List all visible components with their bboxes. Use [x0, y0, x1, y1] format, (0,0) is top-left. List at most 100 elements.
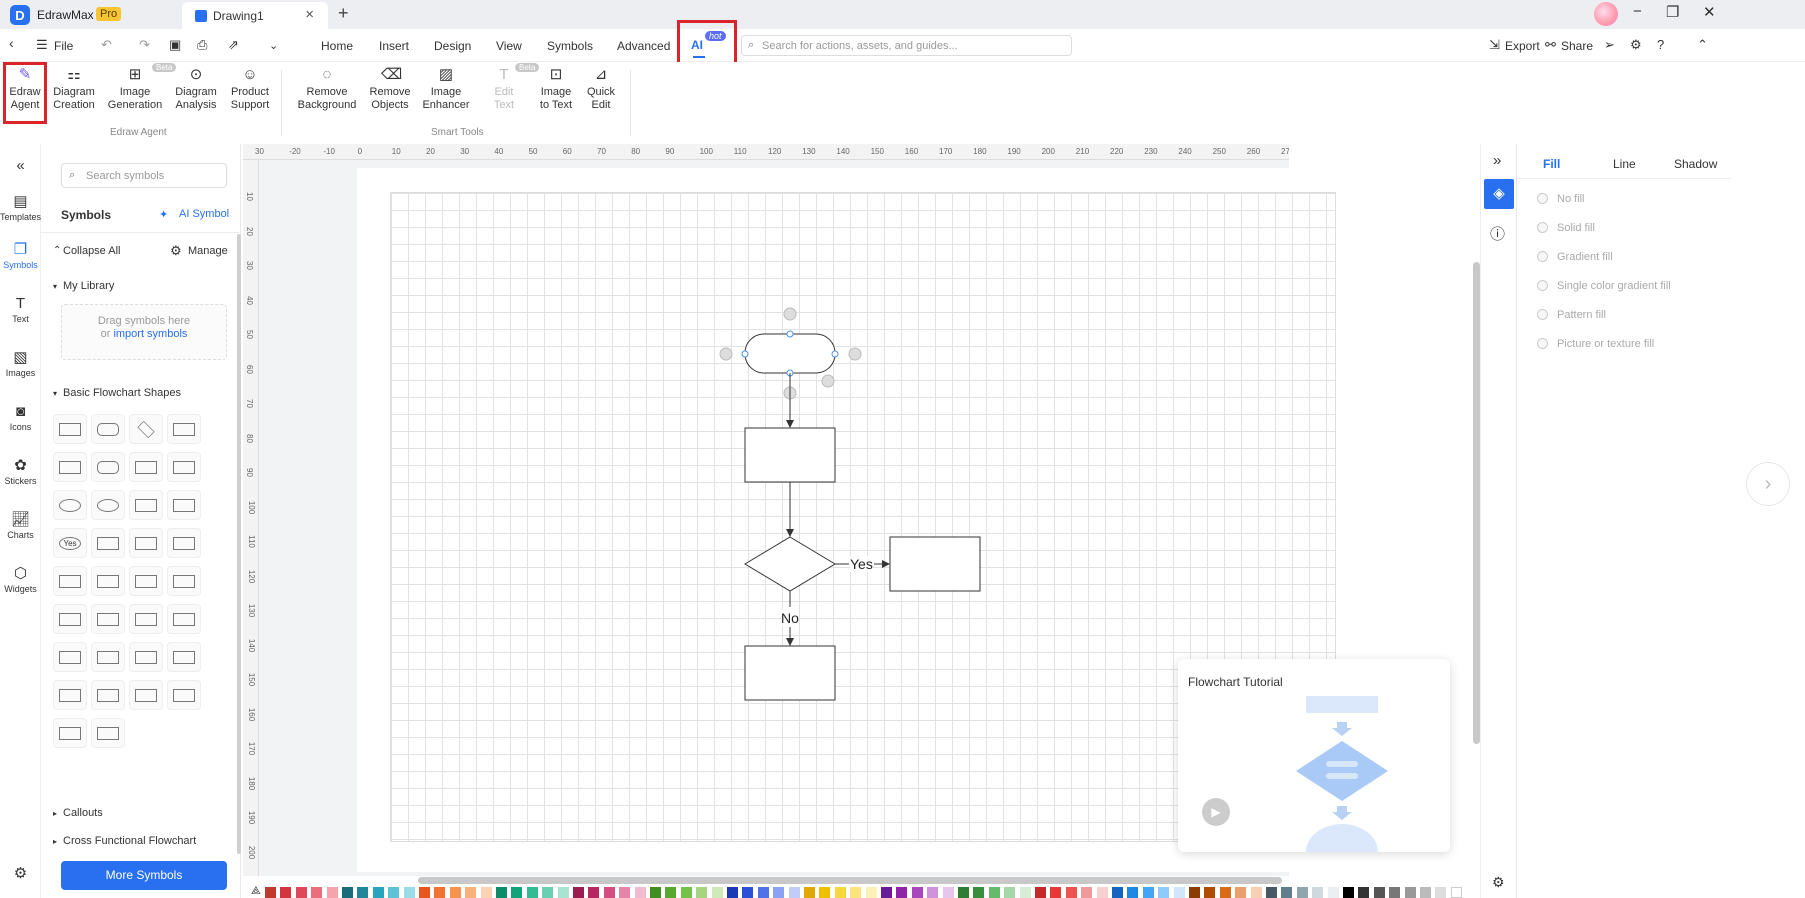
color-swatch[interactable] — [1358, 887, 1370, 898]
color-swatch[interactable] — [1065, 887, 1077, 898]
color-swatch[interactable] — [696, 887, 708, 898]
color-swatch[interactable] — [788, 887, 800, 898]
color-swatch[interactable] — [1204, 887, 1216, 898]
color-swatch[interactable] — [1127, 887, 1139, 898]
color-swatch[interactable] — [449, 887, 461, 898]
color-swatch[interactable] — [1373, 887, 1385, 898]
color-swatch[interactable] — [1327, 887, 1339, 898]
color-swatch[interactable] — [1189, 887, 1200, 898]
color-swatch[interactable] — [1081, 887, 1093, 898]
next-arrow-icon[interactable]: › — [1746, 462, 1790, 506]
color-swatch[interactable] — [1281, 887, 1293, 898]
color-swatch[interactable] — [911, 887, 923, 898]
color-swatch[interactable] — [1235, 887, 1247, 898]
yes-label[interactable]: Yes — [850, 556, 873, 572]
color-swatch[interactable] — [1389, 887, 1401, 898]
play-video-icon[interactable]: ▶ — [1202, 798, 1230, 826]
color-swatch[interactable] — [742, 887, 754, 898]
color-swatch[interactable] — [403, 887, 415, 898]
tab-line[interactable]: Line — [1613, 157, 1636, 171]
radio-icon — [1537, 280, 1548, 291]
color-swatch[interactable] — [573, 887, 584, 898]
color-swatch[interactable] — [311, 887, 323, 898]
color-swatch[interactable] — [619, 887, 631, 898]
color-swatch[interactable] — [372, 887, 384, 898]
color-swatch[interactable] — [896, 887, 908, 898]
option-picture-fill[interactable]: Picture or texture fill — [1537, 338, 1654, 350]
color-swatch[interactable] — [634, 887, 646, 898]
tutorial-card[interactable]: Flowchart Tutorial ▶ — [1178, 659, 1450, 852]
color-swatch[interactable] — [1004, 887, 1016, 898]
color-swatch[interactable] — [388, 887, 400, 898]
color-swatch[interactable] — [942, 887, 954, 898]
color-swatch[interactable] — [357, 887, 369, 898]
color-swatch[interactable] — [295, 887, 307, 898]
color-swatch[interactable] — [1035, 887, 1046, 898]
color-swatch[interactable] — [1096, 887, 1108, 898]
color-swatch[interactable] — [804, 887, 815, 898]
option-solid-fill[interactable]: Solid fill — [1537, 222, 1595, 234]
color-swatch[interactable] — [1142, 887, 1154, 898]
color-swatch[interactable] — [1343, 887, 1354, 898]
color-swatch[interactable] — [727, 887, 738, 898]
color-swatch[interactable] — [1404, 887, 1416, 898]
fill-bucket-tab-icon[interactable]: ◈ — [1484, 179, 1514, 209]
help-circle-icon[interactable]: ⓘ — [1490, 223, 1505, 244]
color-swatch[interactable] — [650, 887, 661, 898]
color-swatch[interactable] — [834, 887, 846, 898]
settings-icon[interactable]: ⚙ — [1492, 874, 1505, 891]
color-swatch[interactable] — [1420, 887, 1431, 898]
color-swatch[interactable] — [434, 887, 446, 898]
option-gradient-fill[interactable]: Gradient fill — [1537, 251, 1613, 263]
color-swatch[interactable] — [480, 887, 492, 898]
color-swatch[interactable] — [1158, 887, 1170, 898]
color-swatch[interactable] — [1450, 887, 1462, 898]
color-swatch[interactable] — [326, 887, 338, 898]
color-swatch[interactable] — [511, 887, 523, 898]
color-swatch[interactable] — [603, 887, 615, 898]
color-swatch[interactable] — [1019, 887, 1031, 898]
color-swatch[interactable] — [819, 887, 831, 898]
color-swatch[interactable] — [557, 887, 569, 898]
color-swatch[interactable] — [881, 887, 892, 898]
vertical-scrollbar[interactable] — [1473, 262, 1480, 744]
color-swatch[interactable] — [1173, 887, 1185, 898]
color-swatch[interactable] — [1050, 887, 1062, 898]
option-pattern-fill[interactable]: Pattern fill — [1537, 309, 1606, 321]
color-swatch[interactable] — [1296, 887, 1308, 898]
tab-fill[interactable]: Fill — [1543, 157, 1560, 171]
horizontal-scrollbar[interactable] — [418, 877, 1282, 884]
color-swatch[interactable] — [711, 887, 723, 898]
color-swatch[interactable] — [665, 887, 677, 898]
color-swatch[interactable] — [973, 887, 985, 898]
color-swatch[interactable] — [526, 887, 538, 898]
color-swatch[interactable] — [927, 887, 939, 898]
expand-panel-icon[interactable]: » — [1493, 152, 1501, 169]
option-single-color-gradient[interactable]: Single color gradient fill — [1537, 280, 1671, 292]
color-swatch[interactable] — [1250, 887, 1262, 898]
color-swatch[interactable] — [280, 887, 292, 898]
color-swatch[interactable] — [1112, 887, 1123, 898]
color-swatch[interactable] — [588, 887, 600, 898]
color-swatch[interactable] — [342, 887, 353, 898]
color-swatch[interactable] — [465, 887, 477, 898]
color-swatch[interactable] — [1435, 887, 1447, 898]
tab-shadow[interactable]: Shadow — [1674, 157, 1717, 171]
color-swatch[interactable] — [419, 887, 430, 898]
fill-bucket-icon[interactable]: ⟁ — [251, 885, 261, 898]
color-swatch[interactable] — [1219, 887, 1231, 898]
color-swatch[interactable] — [680, 887, 692, 898]
no-label[interactable]: No — [781, 610, 799, 626]
color-swatch[interactable] — [542, 887, 554, 898]
color-swatch[interactable] — [850, 887, 862, 898]
option-no-fill[interactable]: No fill — [1537, 193, 1585, 205]
color-swatch[interactable] — [757, 887, 769, 898]
color-swatch[interactable] — [773, 887, 785, 898]
color-swatch[interactable] — [1266, 887, 1277, 898]
color-swatch[interactable] — [988, 887, 1000, 898]
color-swatch[interactable] — [865, 887, 877, 898]
color-swatch[interactable] — [496, 887, 507, 898]
color-swatch[interactable] — [265, 887, 276, 898]
color-swatch[interactable] — [1312, 887, 1324, 898]
color-swatch[interactable] — [958, 887, 969, 898]
